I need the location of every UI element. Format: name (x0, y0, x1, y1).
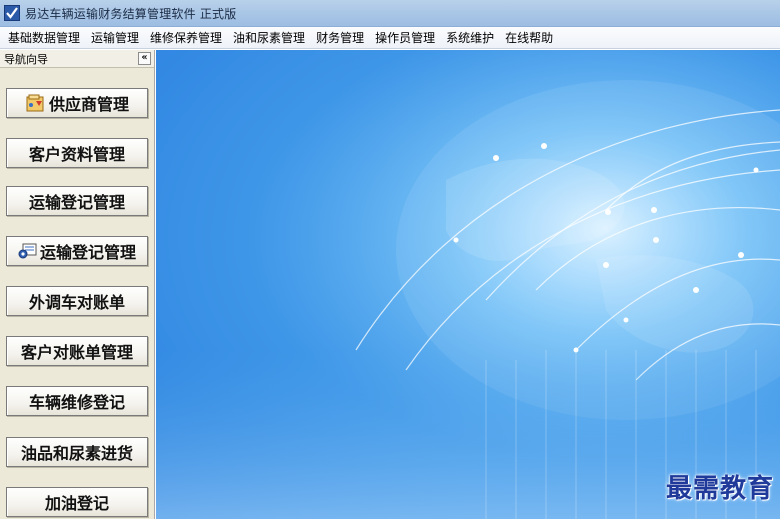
nav-button-label: 运输登记管理 (28, 193, 125, 212)
nav-button-customer-statement[interactable]: 客户对账单管理 (6, 336, 148, 366)
main-background-area: 最需教育 (156, 50, 780, 519)
menu-system[interactable]: 系统维护 (442, 28, 498, 48)
menu-transport[interactable]: 运输管理 (87, 28, 143, 48)
nav-button-label: 客户对账单管理 (20, 343, 133, 362)
nav-button-label: 加油登记 (44, 494, 109, 513)
nav-button-refuel-register[interactable]: 加油登记 (6, 487, 148, 517)
nav-button-oil-urea-purchase[interactable]: 油品和尿素进货 (6, 437, 148, 467)
nav-button-label: 运输登记管理 (39, 243, 136, 262)
menu-operator[interactable]: 操作员管理 (371, 28, 439, 48)
nav-button-vehicle-repair[interactable]: 车辆维修登记 (6, 386, 148, 416)
transport-register-icon (18, 240, 38, 262)
nav-button-label: 车辆维修登记 (28, 393, 125, 412)
nav-button-transport-register[interactable]: 运输登记管理 (6, 186, 148, 216)
window-title: 易达车辆运输财务结算管理软件 正式版 (25, 6, 237, 21)
watermark-text: 最需教育 (665, 474, 774, 504)
globe-network-background (156, 50, 780, 519)
menu-basic-data[interactable]: 基础数据管理 (4, 28, 84, 48)
menu-maintenance[interactable]: 维修保养管理 (146, 28, 226, 48)
menu-finance[interactable]: 财务管理 (312, 28, 368, 48)
nav-button-label: 供应商管理 (48, 95, 129, 114)
nav-button-label: 客户资料管理 (28, 145, 125, 164)
collapse-panel-button[interactable]: « (138, 52, 151, 65)
nav-button-label: 外调车对账单 (28, 293, 125, 312)
nav-title: 导航向导 (4, 52, 48, 66)
nav-button-transport-register-2[interactable]: 运输登记管理 (6, 236, 148, 266)
app-check-icon (4, 5, 20, 21)
nav-header: 导航向导 « (0, 50, 154, 68)
menu-help[interactable]: 在线帮助 (501, 28, 557, 48)
title-bar: 易达车辆运输财务结算管理软件 正式版 (0, 0, 780, 27)
navigation-panel: 导航向导 « 供应商管理 客户资料管理 运输登记管理 运输登记管理 外调车对账单… (0, 50, 155, 519)
menu-oil-urea[interactable]: 油和尿素管理 (229, 28, 309, 48)
supplier-icon (25, 92, 47, 114)
menu-bar: 基础数据管理 运输管理 维修保养管理 油和尿素管理 财务管理 操作员管理 系统维… (0, 27, 780, 49)
nav-button-supplier[interactable]: 供应商管理 (6, 88, 148, 118)
nav-button-label: 油品和尿素进货 (20, 444, 133, 463)
nav-button-external-vehicle-statement[interactable]: 外调车对账单 (6, 286, 148, 316)
nav-button-customer-info[interactable]: 客户资料管理 (6, 138, 148, 168)
